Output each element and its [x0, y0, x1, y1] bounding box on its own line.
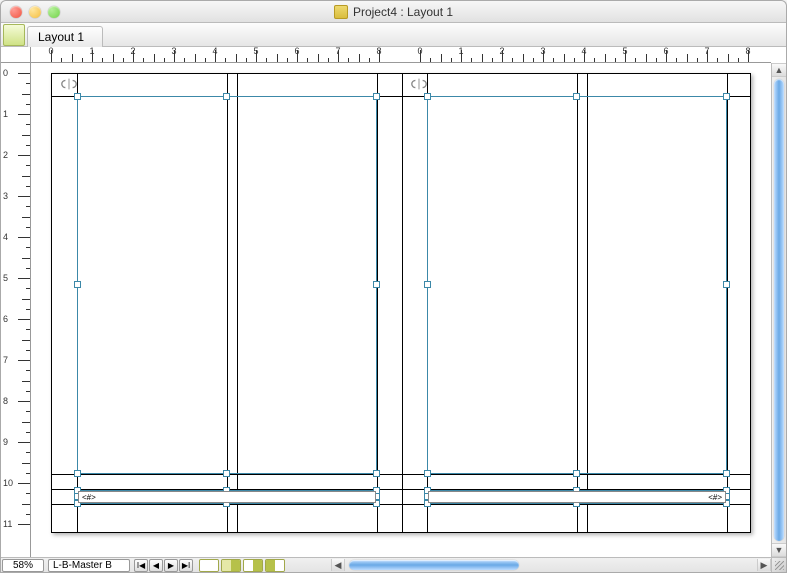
horizontal-scrollbar[interactable]: ◀ ▶ — [331, 559, 771, 571]
text-link-icon[interactable] — [60, 78, 78, 90]
resize-handle[interactable] — [74, 470, 81, 477]
resize-handle[interactable] — [74, 93, 81, 100]
zoom-icon[interactable] — [48, 6, 60, 18]
view-left-button[interactable] — [243, 559, 263, 572]
minimize-icon[interactable] — [29, 6, 41, 18]
resize-handle[interactable] — [573, 93, 580, 100]
resize-handle[interactable] — [723, 470, 730, 477]
scroll-up-icon[interactable]: ▲ — [772, 63, 786, 77]
scroll-right-icon[interactable]: ▶ — [757, 559, 771, 571]
window-controls — [1, 6, 60, 18]
resize-handle[interactable] — [223, 93, 230, 100]
guide-margin-inner-left[interactable] — [377, 74, 378, 532]
resize-handle[interactable] — [424, 281, 431, 288]
resize-handle[interactable] — [573, 470, 580, 477]
layout-tab[interactable]: Layout 1 — [27, 26, 103, 47]
resize-handle[interactable] — [723, 93, 730, 100]
resize-handle[interactable] — [424, 470, 431, 477]
horizontal-ruler[interactable]: 012345678012345678 — [31, 47, 771, 63]
prev-page-button[interactable]: ◀ — [149, 559, 163, 572]
scrollbar-thumb[interactable] — [774, 79, 784, 541]
document-icon — [334, 5, 348, 19]
layout-tab-icon[interactable] — [3, 24, 25, 46]
tab-label: Layout 1 — [38, 30, 84, 44]
page-field[interactable]: L-B-Master B — [48, 559, 130, 572]
canvas-viewport[interactable]: <#> <#> — [31, 63, 771, 557]
ruler-origin[interactable] — [1, 47, 31, 63]
folio-text-right[interactable]: <#> — [428, 491, 726, 503]
resize-handle[interactable] — [424, 93, 431, 100]
layout-tabbar: Layout 1 — [1, 23, 786, 47]
vertical-ruler[interactable]: 01234567891011 — [1, 63, 31, 557]
guide-row[interactable] — [52, 474, 750, 475]
resize-handle[interactable] — [723, 281, 730, 288]
guide-margin-right[interactable] — [727, 74, 728, 532]
text-link-icon[interactable] — [410, 78, 428, 90]
title-wrap: Project4 : Layout 1 — [1, 5, 786, 19]
zoom-field[interactable]: 58% — [2, 559, 44, 572]
page-number-placeholder: <#> — [82, 493, 96, 502]
view-mode-buttons — [199, 559, 285, 572]
window-resize-grip[interactable] — [771, 557, 786, 572]
scrollbar-thumb[interactable] — [349, 560, 519, 570]
resize-handle[interactable] — [74, 281, 81, 288]
status-bar: 58% L-B-Master B I◀ ◀ ▶ ▶I ◀ ▶ — [1, 557, 771, 572]
first-page-button[interactable]: I◀ — [134, 559, 148, 572]
page-nav: I◀ ◀ ▶ ▶I — [134, 559, 193, 572]
page-spine — [402, 74, 403, 532]
window-title: Project4 : Layout 1 — [353, 5, 453, 19]
resize-handle[interactable] — [373, 281, 380, 288]
document-window: Project4 : Layout 1 Layout 1 01234567801… — [0, 0, 787, 573]
page-number-placeholder: <#> — [708, 493, 722, 502]
resize-handle[interactable] — [223, 470, 230, 477]
page-spread: <#> <#> — [51, 73, 751, 533]
view-right-button[interactable] — [265, 559, 285, 572]
view-split-button[interactable] — [221, 559, 241, 572]
close-icon[interactable] — [10, 6, 22, 18]
next-page-button[interactable]: ▶ — [164, 559, 178, 572]
resize-handle[interactable] — [373, 93, 380, 100]
text-frame-left[interactable] — [77, 96, 377, 474]
text-frame-right[interactable] — [427, 96, 727, 474]
scroll-down-icon[interactable]: ▼ — [772, 543, 786, 557]
folio-text-left[interactable]: <#> — [78, 491, 376, 503]
view-single-button[interactable] — [199, 559, 219, 572]
scroll-left-icon[interactable]: ◀ — [331, 559, 345, 571]
guide-row[interactable] — [52, 504, 750, 505]
resize-handle[interactable] — [373, 470, 380, 477]
vertical-scrollbar[interactable]: ▲ ▼ — [771, 63, 786, 557]
titlebar: Project4 : Layout 1 — [1, 1, 786, 23]
last-page-button[interactable]: ▶I — [179, 559, 193, 572]
